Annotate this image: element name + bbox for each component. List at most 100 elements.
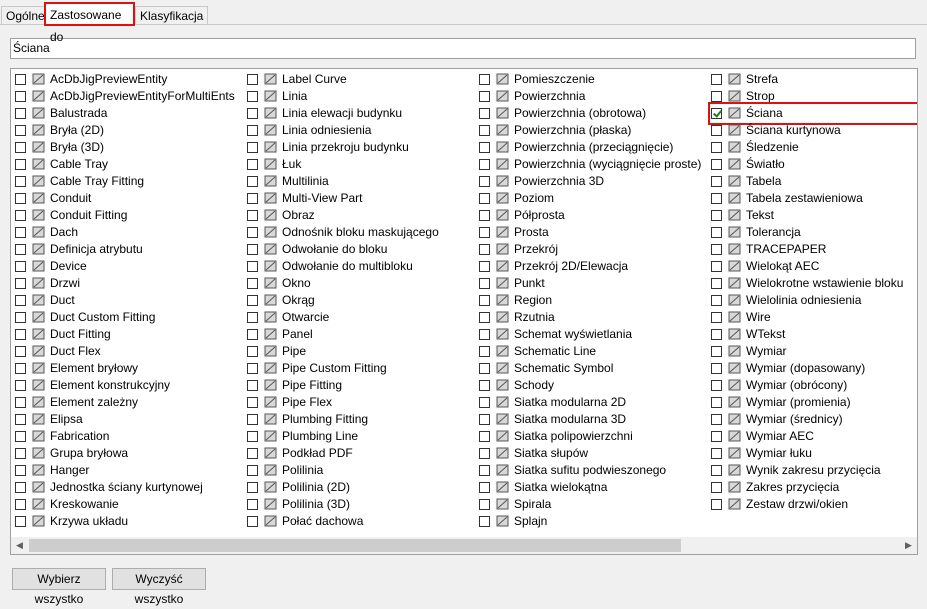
- item-checkbox[interactable]: [15, 193, 26, 204]
- list-item[interactable]: Powierzchnia (obrotowa): [479, 105, 704, 122]
- list-item[interactable]: Polilinia (2D): [247, 479, 472, 496]
- list-item[interactable]: Wymiar (promienia): [711, 394, 917, 411]
- item-checkbox[interactable]: [479, 329, 490, 340]
- list-item[interactable]: Tekst: [711, 207, 917, 224]
- item-checkbox[interactable]: [479, 91, 490, 102]
- list-item[interactable]: Zestaw drzwi/okien: [711, 496, 917, 513]
- item-checkbox[interactable]: [247, 448, 258, 459]
- list-item[interactable]: Jednostka ściany kurtynowej: [15, 479, 240, 496]
- item-checkbox[interactable]: [15, 278, 26, 289]
- list-item[interactable]: Duct: [15, 292, 240, 309]
- item-checkbox[interactable]: [711, 74, 722, 85]
- list-item[interactable]: Powierzchnia 3D: [479, 173, 704, 190]
- item-checkbox[interactable]: [479, 312, 490, 323]
- list-item[interactable]: Wymiar AEC: [711, 428, 917, 445]
- list-item[interactable]: Multilinia: [247, 173, 472, 190]
- item-checkbox[interactable]: [247, 414, 258, 425]
- list-item[interactable]: Plumbing Fitting: [247, 411, 472, 428]
- list-item[interactable]: Wymiar łuku: [711, 445, 917, 462]
- item-checkbox[interactable]: [247, 465, 258, 476]
- item-checkbox[interactable]: [479, 193, 490, 204]
- item-checkbox[interactable]: [711, 414, 722, 425]
- item-checkbox[interactable]: [247, 176, 258, 187]
- scrollbar-thumb[interactable]: [29, 539, 681, 552]
- item-checkbox[interactable]: [15, 448, 26, 459]
- list-item[interactable]: Krzywa układu: [15, 513, 240, 530]
- item-checkbox[interactable]: [247, 499, 258, 510]
- item-checkbox[interactable]: [711, 397, 722, 408]
- list-item[interactable]: Polilinia (3D): [247, 496, 472, 513]
- list-item[interactable]: Tolerancja: [711, 224, 917, 241]
- list-item[interactable]: Okno: [247, 275, 472, 292]
- item-checkbox[interactable]: [15, 210, 26, 221]
- item-checkbox[interactable]: [15, 380, 26, 391]
- item-checkbox[interactable]: [247, 210, 258, 221]
- list-item[interactable]: Poziom: [479, 190, 704, 207]
- item-checkbox[interactable]: [15, 227, 26, 238]
- item-checkbox[interactable]: [247, 227, 258, 238]
- list-item[interactable]: Wielolinia odniesienia: [711, 292, 917, 309]
- list-item[interactable]: Elipsa: [15, 411, 240, 428]
- list-item[interactable]: Wymiar: [711, 343, 917, 360]
- item-checkbox[interactable]: [247, 125, 258, 136]
- list-item[interactable]: Duct Fitting: [15, 326, 240, 343]
- item-checkbox[interactable]: [15, 465, 26, 476]
- list-item[interactable]: Fabrication: [15, 428, 240, 445]
- item-checkbox[interactable]: [15, 142, 26, 153]
- list-item[interactable]: Cable Tray Fitting: [15, 173, 240, 190]
- list-item[interactable]: Strop: [711, 88, 917, 105]
- list-item[interactable]: Device: [15, 258, 240, 275]
- item-checkbox[interactable]: [711, 329, 722, 340]
- item-checkbox[interactable]: [479, 142, 490, 153]
- list-item[interactable]: Cable Tray: [15, 156, 240, 173]
- item-checkbox[interactable]: [479, 261, 490, 272]
- item-checkbox[interactable]: [15, 312, 26, 323]
- item-checkbox[interactable]: [711, 431, 722, 442]
- list-item[interactable]: Wielokrotne wstawienie bloku: [711, 275, 917, 292]
- item-checkbox[interactable]: [711, 448, 722, 459]
- item-checkbox[interactable]: [479, 397, 490, 408]
- list-item[interactable]: Drzwi: [15, 275, 240, 292]
- item-checkbox[interactable]: [479, 176, 490, 187]
- item-checkbox[interactable]: [247, 193, 258, 204]
- item-checkbox[interactable]: [247, 278, 258, 289]
- list-item[interactable]: Odwołanie do bloku: [247, 241, 472, 258]
- list-item[interactable]: Półprosta: [479, 207, 704, 224]
- list-item[interactable]: Siatka modularna 2D: [479, 394, 704, 411]
- item-checkbox[interactable]: [711, 244, 722, 255]
- list-item[interactable]: Otwarcie: [247, 309, 472, 326]
- item-checkbox[interactable]: [711, 363, 722, 374]
- item-checkbox[interactable]: [15, 91, 26, 102]
- item-checkbox[interactable]: [479, 278, 490, 289]
- item-checkbox[interactable]: [247, 142, 258, 153]
- item-checkbox[interactable]: [711, 482, 722, 493]
- item-checkbox[interactable]: [479, 108, 490, 119]
- item-checkbox[interactable]: [479, 516, 490, 527]
- item-checkbox[interactable]: [479, 363, 490, 374]
- list-item[interactable]: Powierzchnia (płaska): [479, 122, 704, 139]
- list-item[interactable]: Światło: [711, 156, 917, 173]
- item-checkbox[interactable]: [247, 108, 258, 119]
- list-item[interactable]: Schody: [479, 377, 704, 394]
- item-checkbox[interactable]: [15, 295, 26, 306]
- list-item[interactable]: Element zależny: [15, 394, 240, 411]
- item-checkbox[interactable]: [479, 448, 490, 459]
- search-input[interactable]: Ściana: [10, 38, 916, 59]
- item-checkbox[interactable]: [711, 346, 722, 357]
- list-item[interactable]: Śledzenie: [711, 139, 917, 156]
- item-checkbox[interactable]: [247, 329, 258, 340]
- item-checkbox[interactable]: [247, 397, 258, 408]
- list-item[interactable]: Siatka polipowierzchni: [479, 428, 704, 445]
- list-item[interactable]: Przekrój: [479, 241, 704, 258]
- list-item[interactable]: Przekrój 2D/Elewacja: [479, 258, 704, 275]
- item-checkbox[interactable]: [247, 431, 258, 442]
- item-checkbox[interactable]: [15, 329, 26, 340]
- list-item[interactable]: Siatka modularna 3D: [479, 411, 704, 428]
- list-item[interactable]: Element bryłowy: [15, 360, 240, 377]
- item-checkbox[interactable]: [247, 482, 258, 493]
- list-item[interactable]: Linia elewacji budynku: [247, 105, 472, 122]
- clear-all-button[interactable]: Wyczyść wszystko: [112, 568, 206, 606]
- list-item[interactable]: Pipe Flex: [247, 394, 472, 411]
- object-type-list[interactable]: AcDbJigPreviewEntity AcDbJigPreviewEntity…: [10, 68, 918, 555]
- list-item[interactable]: Region: [479, 292, 704, 309]
